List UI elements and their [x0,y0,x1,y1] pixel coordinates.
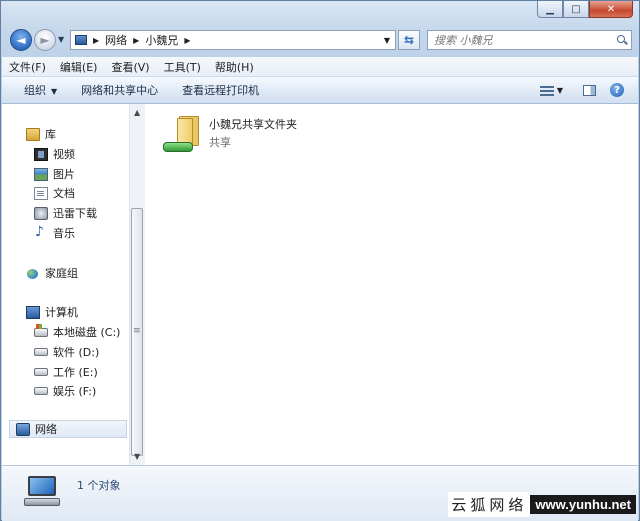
nav-video[interactable]: 视频 [34,145,75,163]
recent-pages-dropdown[interactable]: ▼ [58,35,64,44]
view-controls: ▼ ? [539,83,638,97]
close-button[interactable]: ✕ [589,1,633,18]
library-icon [26,127,40,141]
menu-edit[interactable]: 编辑(E) [53,59,105,75]
explorer-window: ▁ □ ✕ ◄ ► ▼ ▶ 网络 ▶ 小魏兄 ▶ ▼ ⇆ 文件(F) 编辑(E)… [0,0,640,521]
address-bar[interactable]: ▶ 网络 ▶ 小魏兄 ▶ ▼ [70,30,396,50]
navigation-pane: 库 视频 图片 文档 迅雷下载 音乐 家庭组 计算机 本地磁盘 (C:) 软件 … [2,104,129,465]
search-box[interactable] [427,30,632,50]
grip-icon: ≡ [133,326,141,336]
nav-libraries[interactable]: 库 [26,125,56,143]
scroll-up-icon[interactable]: ▲ [134,108,140,117]
details-pane: 1 个对象 云狐网络 www.yunhu.net [2,465,638,521]
watermark-text: 云狐网络 [448,492,531,517]
nav-drive-c[interactable]: 本地磁盘 (C:) [34,323,120,341]
refresh-button[interactable]: ⇆ [398,30,420,50]
nav-drive-d[interactable]: 软件 (D:) [34,343,99,361]
homegroup-icon [26,267,40,280]
minimize-button[interactable]: ▁ [537,1,563,18]
nav-label: 工作 (E:) [53,366,98,379]
item-type: 共享 [209,136,231,149]
search-icon[interactable] [617,35,627,45]
watermark-url: www.yunhu.net [530,495,636,514]
document-icon [34,186,48,200]
menu-bar: 文件(F) 编辑(E) 查看(V) 工具(T) 帮助(H) [2,57,638,77]
nav-music[interactable]: 音乐 [34,224,75,242]
breadcrumb-computer[interactable]: 小魏兄 [145,32,178,48]
network-center-button[interactable]: 网络和共享中心 [69,82,170,98]
back-button[interactable]: ◄ [10,29,32,51]
nav-homegroup[interactable]: 家庭组 [26,264,78,282]
address-history-dropdown[interactable]: ▼ [384,36,390,45]
shared-folder-icon [163,112,203,154]
nav-label: 库 [45,128,56,141]
caption-buttons: ▁ □ ✕ [537,1,633,18]
drive-icon [34,348,48,356]
nav-pictures[interactable]: 图片 [34,165,75,183]
video-icon [34,147,48,161]
breadcrumb-separator-icon[interactable]: ▶ [133,36,139,45]
chevron-down-icon: ▼ [51,87,58,96]
nav-label: 迅雷下载 [53,207,97,220]
forward-button[interactable]: ► [34,29,56,51]
pictures-icon [34,167,48,181]
view-options-dropdown[interactable]: ▼ [557,86,563,95]
nav-thunder-downloads[interactable]: 迅雷下载 [34,204,97,222]
remote-printers-button[interactable]: 查看远程打印机 [170,82,271,98]
system-drive-icon [34,323,48,337]
computer-icon [24,476,60,508]
nav-drive-f[interactable]: 娱乐 (F:) [34,382,96,400]
list-item[interactable]: 小魏兄共享文件夹 共享 [163,112,297,154]
help-icon[interactable]: ? [610,83,624,97]
nav-label: 本地磁盘 (C:) [53,326,121,339]
nav-label: 视频 [53,148,75,161]
drive-icon [34,387,48,395]
nav-label: 娱乐 (F:) [53,385,97,398]
music-icon [34,224,48,240]
refresh-icon: ⇆ [403,33,415,47]
arrow-left-icon: ◄ [16,33,26,47]
nav-label: 网络 [35,423,57,436]
breadcrumb-separator-icon[interactable]: ▶ [93,36,99,45]
scroll-down-icon[interactable]: ▼ [134,452,140,461]
nav-computer[interactable]: 计算机 [26,303,78,321]
organize-label: 组织 [24,84,46,97]
watermark: 云狐网络 www.yunhu.net [448,492,636,517]
nav-documents[interactable]: 文档 [34,184,75,202]
menu-tools[interactable]: 工具(T) [157,59,208,75]
nav-drive-e[interactable]: 工作 (E:) [34,363,98,381]
menu-view[interactable]: 查看(V) [104,59,156,75]
command-bar: 组织 ▼ 网络和共享中心 查看远程打印机 ▼ ? [2,77,638,104]
organize-button[interactable]: 组织 ▼ [2,82,69,98]
item-name: 小魏兄共享文件夹 [209,118,297,131]
nav-label: 软件 (D:) [53,346,100,359]
nav-label: 家庭组 [45,267,78,280]
search-input[interactable] [434,33,604,47]
nav-label: 计算机 [45,306,78,319]
nav-label: 音乐 [53,227,75,240]
menu-file[interactable]: 文件(F) [2,59,53,75]
network-icon [16,422,30,436]
change-view-icon[interactable] [539,85,554,96]
network-location-icon [75,35,87,45]
menu-help[interactable]: 帮助(H) [208,59,261,75]
drive-icon [34,368,48,376]
arrow-right-icon: ► [40,33,50,47]
nav-label: 文档 [53,187,75,200]
download-folder-icon [34,206,48,220]
maximize-button[interactable]: □ [563,1,589,18]
computer-icon [26,305,40,319]
preview-pane-icon[interactable] [583,84,596,96]
breadcrumb-separator-icon[interactable]: ▶ [184,36,190,45]
breadcrumb-network[interactable]: 网络 [105,32,127,48]
nav-label: 图片 [53,168,75,181]
file-list: 小魏兄共享文件夹 共享 [145,104,638,465]
item-count: 1 个对象 [77,479,121,492]
nav-network[interactable]: 网络 [9,420,127,438]
navigation-scrollbar[interactable]: ▲ ≡ ▼ [129,104,145,465]
